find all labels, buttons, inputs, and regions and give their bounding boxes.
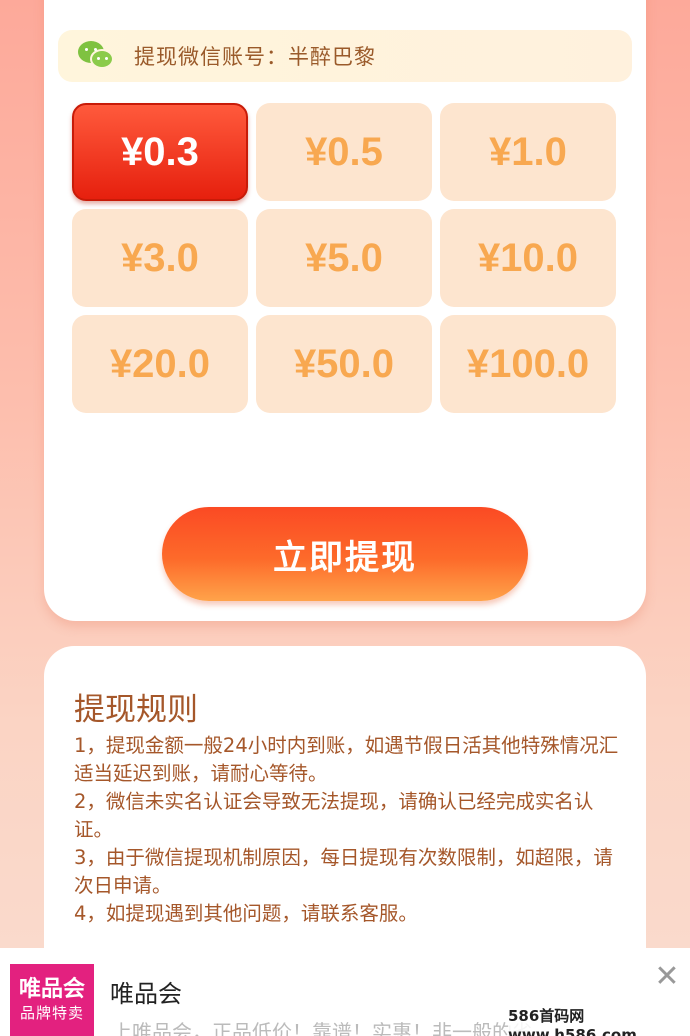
- amount-grid: ¥0.3 ¥0.5 ¥1.0 ¥3.0 ¥5.0 ¥10.0 ¥20.0 ¥50…: [72, 103, 618, 413]
- ad-logo-line1: 唯品会: [18, 977, 85, 1002]
- watermark: 586首码网 www.h586.com: [508, 1007, 690, 1036]
- amount-option-10.0[interactable]: ¥10.0: [440, 209, 616, 307]
- rules-title: 提现规则: [74, 692, 198, 728]
- amount-option-20.0[interactable]: ¥20.0: [72, 315, 248, 413]
- close-icon[interactable]: ✕: [652, 962, 682, 992]
- amount-option-5.0[interactable]: ¥5.0: [256, 209, 432, 307]
- wechat-account-label: 提现微信账号：半醉巴黎: [134, 45, 376, 69]
- rules-text: 1，提现金额一般24小时内到账，如遇节假日活其他特殊情况汇适当延迟到账，请耐心等…: [74, 732, 619, 928]
- amount-option-50.0[interactable]: ¥50.0: [256, 315, 432, 413]
- amount-option-1.0[interactable]: ¥1.0: [440, 103, 616, 201]
- wechat-icon: [76, 39, 118, 73]
- amount-option-0.3[interactable]: ¥0.3: [72, 103, 248, 201]
- rule-line-3: 3，由于微信提现机制原因，每日提现有次数限制，如超限，请次日申请。: [74, 846, 613, 897]
- rule-line-1: 1，提现金额一般24小时内到账，如遇节假日活其他特殊情况汇适当延迟到账，请耐心等…: [74, 734, 619, 785]
- amount-option-0.5[interactable]: ¥0.5: [256, 103, 432, 201]
- ad-logo-line2: 品牌特卖: [19, 1004, 84, 1022]
- ad-description: 上唯品会，正品低价！靠谱！实惠！非一般的省: [112, 1020, 532, 1036]
- amount-option-3.0[interactable]: ¥3.0: [72, 209, 248, 307]
- ad-title: 唯品会: [110, 980, 182, 1008]
- amount-option-100.0[interactable]: ¥100.0: [440, 315, 616, 413]
- withdraw-now-button[interactable]: 立即提现: [162, 507, 528, 601]
- rule-line-4: 4，如提现遇到其他问题，请联系客服。: [74, 902, 418, 925]
- ad-logo: 唯品会 品牌特卖: [10, 964, 94, 1036]
- rule-line-2: 2，微信未实名认证会导致无法提现，请确认已经完成实名认证。: [74, 790, 594, 841]
- wechat-account-bar: 提现微信账号：半醉巴黎: [58, 30, 632, 82]
